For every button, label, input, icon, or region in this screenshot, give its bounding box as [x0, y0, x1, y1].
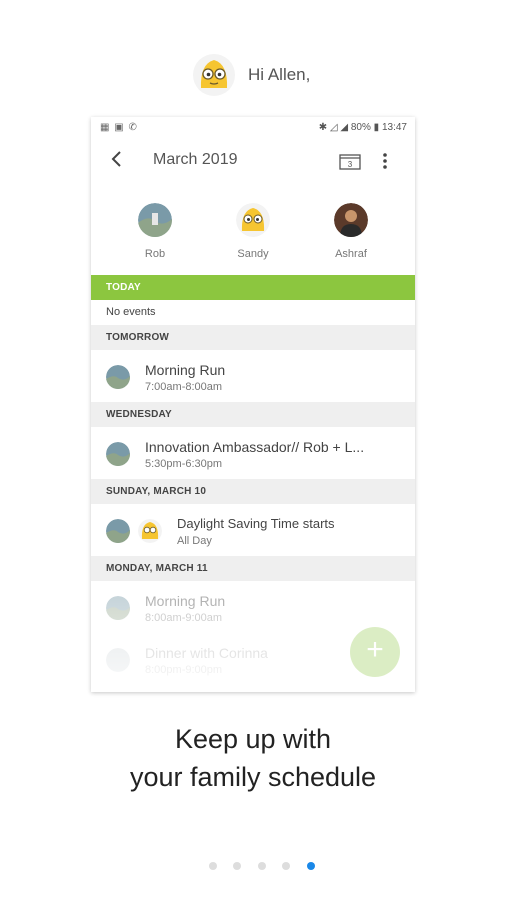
section-header-today: TODAY: [91, 275, 415, 300]
calendar-today-icon[interactable]: 3: [339, 152, 361, 170]
battery-icon: ▮: [373, 122, 380, 133]
event-item[interactable]: Morning Run 7:00am-8:00am: [91, 350, 415, 402]
clock: 13:47: [381, 122, 407, 133]
event-title: Dinner with Corinna: [145, 645, 268, 661]
event-time: 5:30pm-6:30pm: [145, 458, 223, 470]
app-bar: March 2019 3: [91, 139, 415, 183]
event-time: 7:00am-8:00am: [145, 381, 223, 393]
page-dot[interactable]: [209, 862, 217, 870]
battery-level: 80%: [350, 122, 371, 133]
greeting: Hi Allen,: [0, 52, 506, 96]
event-title: Daylight Saving Time starts: [177, 516, 335, 531]
status-bar: ▦ ▣ ✆ ✱ ◿ ◢ 80% ▮ 13:47: [91, 117, 415, 139]
member-rob[interactable]: Rob: [115, 203, 195, 260]
member-ashraf[interactable]: Ashraf: [311, 203, 391, 260]
page-dot[interactable]: [233, 862, 242, 870]
signal-icon: ✱ ◿ ◢: [318, 122, 349, 133]
add-event-button[interactable]: +: [350, 627, 400, 677]
page-dot[interactable]: [282, 862, 291, 870]
event-item[interactable]: Morning Run 8:00am-9:00am: [91, 581, 415, 633]
tagline-line-1: Keep up with: [174, 724, 332, 754]
tagline-line-2: your family schedule: [129, 762, 377, 792]
sandy-avatar-icon: [138, 519, 162, 543]
event-item[interactable]: Daylight Saving Time starts All Day: [91, 504, 415, 556]
ashraf-avatar-icon: [334, 203, 368, 237]
rob-avatar-icon: [106, 596, 130, 620]
schedule-list: TODAY No events TOMORROW Morning Run 7:0…: [91, 275, 415, 685]
page-dot[interactable]: [257, 862, 266, 870]
family-members: Rob Sandy Ashraf: [91, 203, 415, 269]
section-header-wednesday: WEDNESDAY: [91, 402, 415, 427]
plus-icon: +: [366, 633, 384, 666]
event-item[interactable]: Innovation Ambassador// Rob + L... 5:30p…: [91, 427, 415, 479]
member-name: Ashraf: [335, 248, 367, 260]
notification-icons: ▦ ▣ ✆: [100, 122, 138, 133]
event-title: Morning Run: [145, 362, 226, 378]
phone-screen: ▦ ▣ ✆ ✱ ◿ ◢ 80% ▮ 13:47 March 2019 3 Rob…: [91, 117, 415, 692]
rob-avatar-icon: [138, 203, 172, 237]
onboarding-tagline: Keep up with your family schedule: [0, 720, 506, 796]
page-dot-active[interactable]: [306, 862, 315, 870]
rob-avatar-icon: [106, 365, 130, 389]
more-options-icon[interactable]: [381, 151, 389, 171]
rob-avatar-icon: [106, 519, 130, 543]
sandy-avatar-icon: [236, 203, 270, 237]
no-events-text: No events: [106, 306, 156, 318]
calendar-day-number: 3: [348, 160, 353, 169]
page-indicator: [209, 857, 327, 870]
member-name: Rob: [144, 248, 166, 260]
back-arrow-icon[interactable]: [108, 150, 126, 168]
event-title: Innovation Ambassador// Rob + L...: [145, 439, 365, 455]
event-title: Morning Run: [145, 593, 226, 609]
section-header-monday: MONDAY, MARCH 11: [91, 556, 415, 581]
section-header-sunday: SUNDAY, MARCH 10: [91, 479, 415, 504]
section-header-tomorrow: TOMORROW: [91, 325, 415, 350]
event-time: 8:00pm-9:00pm: [145, 664, 223, 676]
member-sandy[interactable]: Sandy: [213, 203, 293, 260]
greeting-text: Hi Allen,: [248, 65, 311, 84]
sandy-avatar-icon: [193, 54, 235, 96]
month-title[interactable]: March 2019: [153, 151, 238, 169]
rob-avatar-icon: [106, 442, 130, 466]
event-time: All Day: [177, 535, 212, 547]
member-name: Sandy: [237, 248, 269, 260]
event-time: 8:00am-9:00am: [145, 612, 223, 624]
rob-avatar-icon: [106, 648, 130, 672]
